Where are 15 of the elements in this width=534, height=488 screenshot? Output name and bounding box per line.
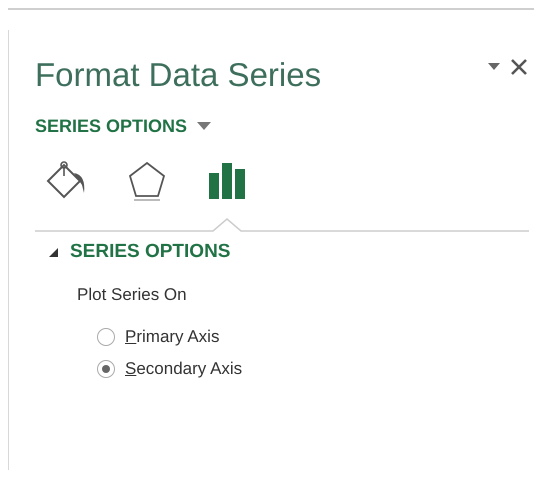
radio-button[interactable] <box>97 328 115 346</box>
radio-label: Primary Axis <box>125 327 220 347</box>
close-icon[interactable] <box>510 58 528 76</box>
pane-title: Format Data Series <box>35 56 322 94</box>
radio-option[interactable]: Primary Axis <box>97 327 528 347</box>
pentagon-icon <box>127 160 167 202</box>
radio-option[interactable]: Secondary Axis <box>97 359 528 379</box>
caret-icon <box>197 122 212 131</box>
radio-button[interactable] <box>97 360 115 378</box>
field-label: Plot Series On <box>77 285 188 305</box>
radio-label: Secondary Axis <box>125 359 242 379</box>
series-options-dropdown[interactable]: SERIES OPTIONS <box>35 116 212 137</box>
section-header[interactable]: SERIES OPTIONS <box>35 241 230 263</box>
bar-chart-icon <box>207 161 247 201</box>
pane-options-caret-icon[interactable] <box>488 63 500 71</box>
